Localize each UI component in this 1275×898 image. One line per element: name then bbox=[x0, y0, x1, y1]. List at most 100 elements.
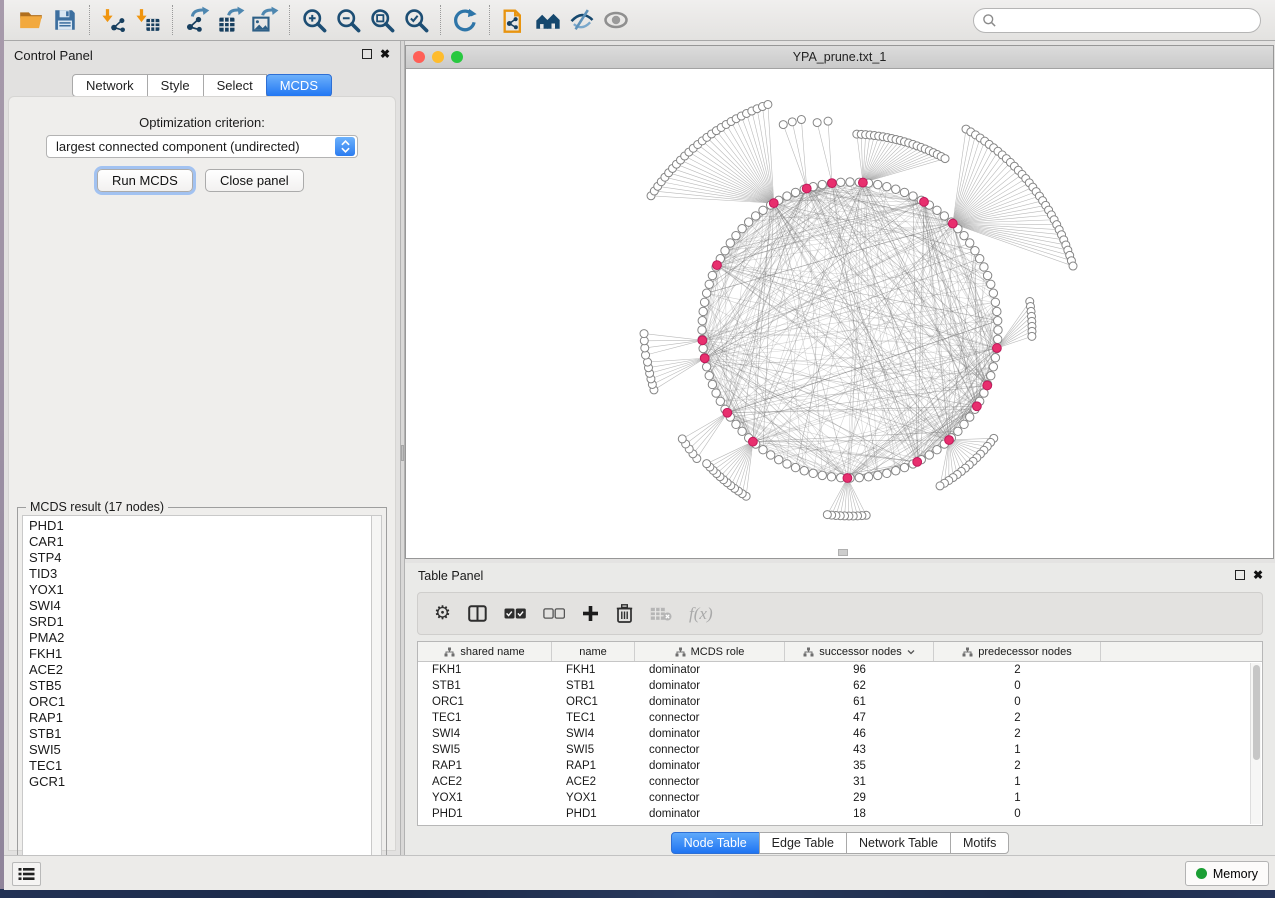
cell-shared-name: ORC1 bbox=[418, 696, 552, 708]
zoom-in-icon[interactable] bbox=[297, 3, 331, 37]
tab-edge-table[interactable]: Edge Table bbox=[759, 832, 847, 854]
tab-node-table[interactable]: Node Table bbox=[671, 832, 760, 854]
float-table-panel-icon[interactable] bbox=[1235, 570, 1245, 580]
deselect-all-columns-icon[interactable] bbox=[543, 608, 565, 619]
table-row[interactable]: TEC1TEC1connector472 bbox=[418, 710, 1262, 726]
mcds-node-item[interactable]: SWI4 bbox=[29, 598, 371, 614]
table-row[interactable]: ORC1ORC1dominator610 bbox=[418, 694, 1262, 710]
table-scrollbar-thumb[interactable] bbox=[1253, 665, 1260, 760]
import-table-icon[interactable] bbox=[131, 3, 165, 37]
table-panel-title: Table Panel bbox=[418, 569, 483, 583]
mcds-node-item[interactable]: TEC1 bbox=[29, 758, 371, 774]
hide-selected-icon[interactable] bbox=[565, 3, 599, 37]
cell-successor-nodes: 96 bbox=[785, 664, 934, 676]
tab-motifs[interactable]: Motifs bbox=[950, 832, 1009, 854]
table-row[interactable]: SWI5SWI5connector431 bbox=[418, 742, 1262, 758]
mcds-result-list[interactable]: PHD1CAR1STP4TID3YOX1SWI4SRD1PMA2FKH1ACE2… bbox=[22, 515, 372, 875]
cell-name: TEC1 bbox=[552, 712, 635, 724]
column-header-successor-nodes[interactable]: successor nodes bbox=[785, 642, 934, 661]
mcds-panel: Optimization criterion: largest connecte… bbox=[8, 96, 396, 851]
create-column-icon[interactable] bbox=[582, 605, 599, 622]
table-row[interactable]: SWI4SWI4dominator462 bbox=[418, 726, 1262, 742]
import-network-icon[interactable] bbox=[97, 3, 131, 37]
column-header-MCDS-role[interactable]: MCDS role bbox=[635, 642, 785, 661]
mcds-node-item[interactable]: TID3 bbox=[29, 566, 371, 582]
network-hscroll-handle[interactable] bbox=[838, 549, 848, 556]
network-window-titlebar[interactable]: YPA_prune.txt_1 bbox=[406, 46, 1273, 69]
network-canvas[interactable] bbox=[406, 69, 1273, 558]
save-session-icon[interactable] bbox=[48, 3, 82, 37]
float-panel-icon[interactable] bbox=[362, 49, 372, 59]
show-all-icon[interactable] bbox=[599, 3, 633, 37]
cell-MCDS-role: dominator bbox=[635, 696, 785, 708]
table-panel: Table Panel ✖ ⚙ bbox=[405, 563, 1275, 855]
open-file-icon[interactable] bbox=[14, 3, 48, 37]
cell-shared-name: SWI4 bbox=[418, 728, 552, 740]
tab-mcds[interactable]: MCDS bbox=[266, 74, 332, 97]
mcds-node-item[interactable]: PHD1 bbox=[29, 518, 371, 534]
export-network-icon[interactable] bbox=[180, 3, 214, 37]
mcds-node-item[interactable]: CAR1 bbox=[29, 534, 371, 550]
show-columns-icon[interactable] bbox=[468, 605, 487, 622]
mcds-node-item[interactable]: SRD1 bbox=[29, 614, 371, 630]
search-field[interactable] bbox=[973, 8, 1261, 33]
cell-successor-nodes: 46 bbox=[785, 728, 934, 740]
mcds-node-item[interactable]: STB1 bbox=[29, 726, 371, 742]
control-panel-title: Control Panel bbox=[14, 48, 93, 63]
clone-network-icon[interactable] bbox=[497, 3, 531, 37]
cell-successor-nodes: 35 bbox=[785, 760, 934, 772]
delete-table-icon bbox=[650, 607, 672, 621]
zoom-out-icon[interactable] bbox=[331, 3, 365, 37]
splitter-handle[interactable] bbox=[401, 445, 404, 461]
select-all-columns-icon[interactable] bbox=[504, 608, 526, 619]
zoom-fit-icon[interactable] bbox=[365, 3, 399, 37]
tab-network[interactable]: Network bbox=[72, 74, 148, 97]
cell-shared-name: RAP1 bbox=[418, 760, 552, 772]
mcds-node-item[interactable]: PMA2 bbox=[29, 630, 371, 646]
cell-name: SWI4 bbox=[552, 728, 635, 740]
table-scrollbar[interactable] bbox=[1250, 663, 1261, 824]
table-row[interactable]: YOX1YOX1connector291 bbox=[418, 790, 1262, 806]
first-neighbors-icon[interactable] bbox=[531, 3, 565, 37]
tab-network-table[interactable]: Network Table bbox=[846, 832, 951, 854]
column-header-name[interactable]: name bbox=[552, 642, 635, 661]
optimization-criterion-select[interactable]: largest connected component (undirected) bbox=[46, 135, 358, 158]
mcds-node-item[interactable]: ACE2 bbox=[29, 662, 371, 678]
table-tab-bar: Node TableEdge TableNetwork TableMotifs bbox=[405, 832, 1275, 854]
table-row[interactable]: RAP1RAP1dominator352 bbox=[418, 758, 1262, 774]
mcds-node-item[interactable]: YOX1 bbox=[29, 582, 371, 598]
table-row[interactable]: FKH1FKH1dominator962 bbox=[418, 662, 1262, 678]
export-image-icon[interactable] bbox=[248, 3, 282, 37]
mcds-node-item[interactable]: ORC1 bbox=[29, 694, 371, 710]
toolbar-separator bbox=[440, 5, 441, 35]
mcds-node-item[interactable]: RAP1 bbox=[29, 710, 371, 726]
close-panel-icon[interactable]: ✖ bbox=[380, 49, 390, 59]
mcds-list-scrollbar[interactable] bbox=[372, 515, 382, 875]
close-panel-button[interactable]: Close panel bbox=[205, 169, 304, 192]
mcds-node-item[interactable]: SWI5 bbox=[29, 742, 371, 758]
table-row[interactable]: PHD1PHD1dominator180 bbox=[418, 806, 1262, 822]
table-row[interactable]: STB1STB1dominator620 bbox=[418, 678, 1262, 694]
table-settings-icon[interactable]: ⚙ bbox=[434, 604, 451, 623]
node-table[interactable]: shared namenameMCDS rolesuccessor nodesp… bbox=[417, 641, 1263, 826]
tab-style[interactable]: Style bbox=[147, 74, 204, 97]
task-history-icon[interactable] bbox=[12, 862, 41, 886]
search-input[interactable] bbox=[997, 13, 1252, 27]
delete-column-icon[interactable] bbox=[616, 604, 633, 623]
column-header-shared-name[interactable]: shared name bbox=[418, 642, 552, 661]
run-mcds-button[interactable]: Run MCDS bbox=[97, 169, 193, 192]
mcds-node-item[interactable]: GCR1 bbox=[29, 774, 371, 790]
column-header-predecessor-nodes[interactable]: predecessor nodes bbox=[934, 642, 1101, 661]
cell-successor-nodes: 43 bbox=[785, 744, 934, 756]
memory-button[interactable]: Memory bbox=[1185, 861, 1269, 886]
refresh-layout-icon[interactable] bbox=[448, 3, 482, 37]
table-row[interactable]: ACE2ACE2connector311 bbox=[418, 774, 1262, 790]
tab-select[interactable]: Select bbox=[203, 74, 267, 97]
control-panel: Control Panel ✖ NetworkStyleSelectMCDS O… bbox=[4, 41, 400, 855]
mcds-node-item[interactable]: STP4 bbox=[29, 550, 371, 566]
close-table-panel-icon[interactable]: ✖ bbox=[1253, 570, 1263, 580]
export-table-icon[interactable] bbox=[214, 3, 248, 37]
zoom-selected-icon[interactable] bbox=[399, 3, 433, 37]
mcds-node-item[interactable]: STB5 bbox=[29, 678, 371, 694]
mcds-node-item[interactable]: FKH1 bbox=[29, 646, 371, 662]
